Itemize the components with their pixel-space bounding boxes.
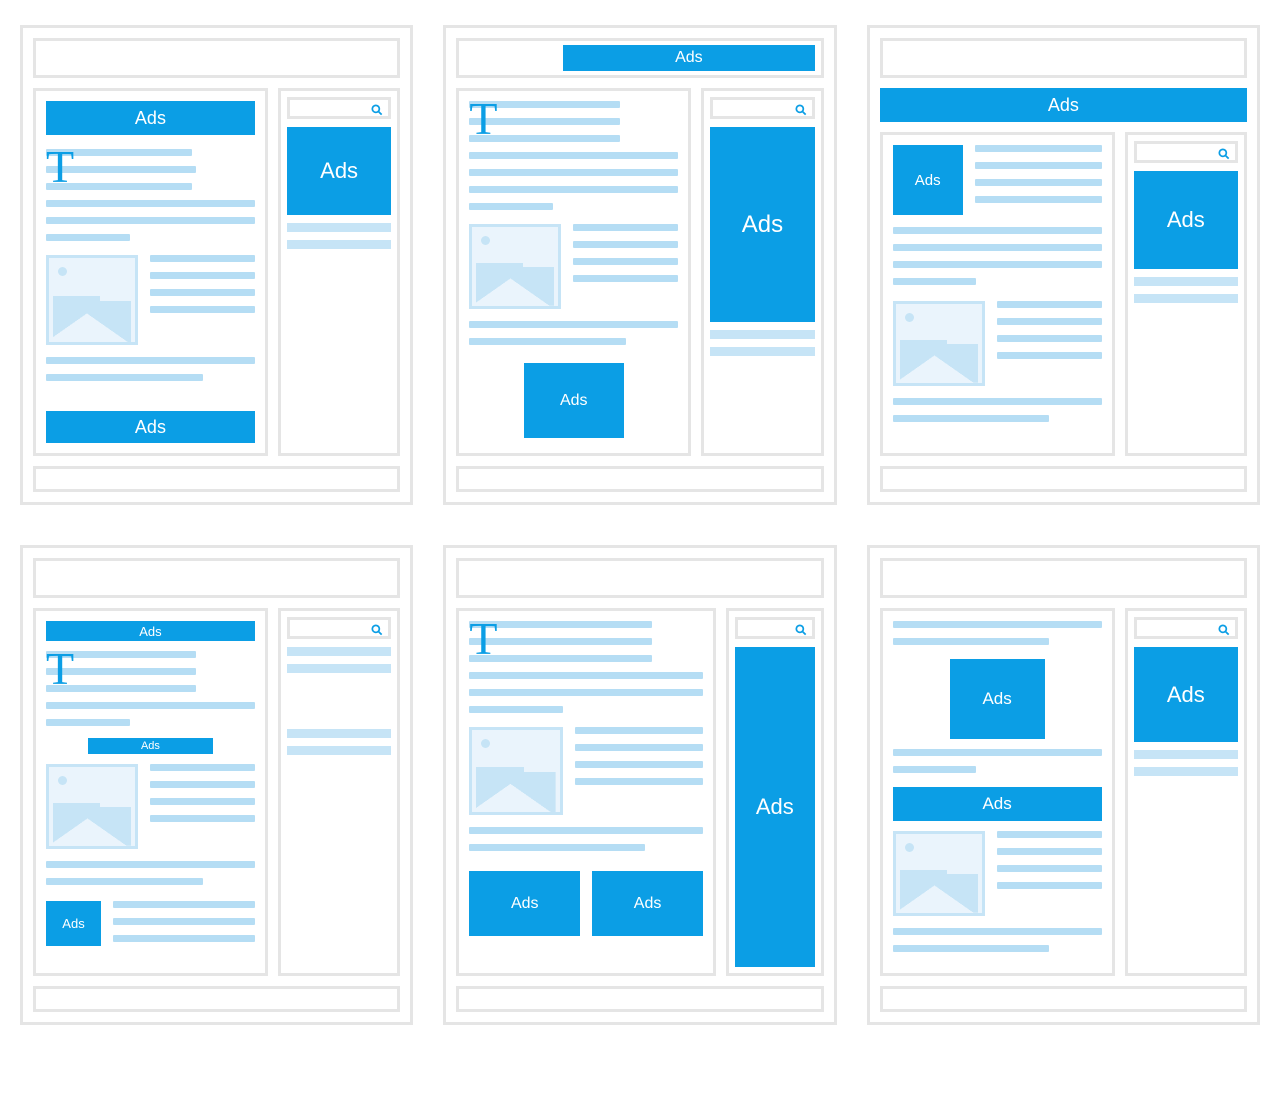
ad-under-header-banner: Ads <box>880 88 1247 122</box>
page-header: Ads <box>456 38 823 78</box>
drop-cap: T <box>46 651 74 687</box>
main-column: T Ads Ads <box>456 608 716 976</box>
ad-side-square: Ads <box>1134 171 1238 269</box>
ad-side-square: Ads <box>1134 647 1238 742</box>
main-column: Ads T Ads Ads <box>33 608 268 976</box>
image-placeholder <box>469 727 562 815</box>
layout-card-4: Ads T Ads Ads <box>20 545 413 1025</box>
search-box <box>287 617 391 639</box>
ad-mid-square: Ads <box>524 363 624 438</box>
ad-bottom-square-2: Ads <box>592 871 703 936</box>
drop-cap: T <box>469 101 497 137</box>
search-box <box>1134 617 1238 639</box>
ad-center-square: Ads <box>950 659 1045 739</box>
layout-card-5: T Ads Ads Ads <box>443 545 836 1025</box>
ad-mid-banner: Ads <box>893 787 1102 821</box>
main-column: Ads T Ads <box>33 88 268 456</box>
search-icon <box>1217 147 1231 161</box>
ad-side-square: Ads <box>287 127 391 215</box>
ad-slim-banner: Ads <box>46 621 255 641</box>
layout-card-3: Ads Ads Ads <box>867 25 1260 505</box>
image-placeholder <box>893 831 985 916</box>
page-footer <box>456 466 823 492</box>
search-icon <box>370 623 384 637</box>
image-placeholder <box>46 255 138 345</box>
page-footer <box>456 986 823 1012</box>
ad-bottom-banner: Ads <box>46 411 255 443</box>
ad-header-banner: Ads <box>563 45 815 71</box>
ad-side-tall: Ads <box>710 127 814 322</box>
search-icon <box>370 103 384 117</box>
sidebar: Ads <box>726 608 824 976</box>
main-column: T Ads <box>456 88 691 456</box>
page-footer <box>33 466 400 492</box>
page-footer <box>33 986 400 1012</box>
image-placeholder <box>46 764 138 849</box>
sidebar: Ads <box>1125 132 1247 456</box>
drop-cap: T <box>46 149 74 185</box>
search-icon <box>794 103 808 117</box>
layout-card-2: Ads T Ads <box>443 25 836 505</box>
ad-inline-strip: Ads <box>88 738 213 754</box>
ad-skyscraper: Ads <box>735 647 815 967</box>
main-column: Ads Ads <box>880 608 1115 976</box>
search-box <box>710 97 814 119</box>
wireframe-gallery: Ads T Ads A <box>0 0 1280 1055</box>
search-box <box>735 617 815 639</box>
layout-card-1: Ads T Ads A <box>20 25 413 505</box>
search-box <box>1134 141 1238 163</box>
page-header <box>33 558 400 598</box>
sidebar: Ads <box>1125 608 1247 976</box>
page-header <box>33 38 400 78</box>
image-placeholder <box>893 301 985 386</box>
drop-cap: T <box>469 621 497 657</box>
ad-inline-small: Ads <box>893 145 963 215</box>
ad-bottom-square-1: Ads <box>469 871 580 936</box>
main-column: Ads <box>880 132 1115 456</box>
ad-top-banner: Ads <box>46 101 255 135</box>
page-header <box>880 558 1247 598</box>
sidebar: Ads <box>701 88 823 456</box>
page-header <box>456 558 823 598</box>
search-icon <box>794 623 808 637</box>
sidebar <box>278 608 400 976</box>
sidebar: Ads <box>278 88 400 456</box>
image-placeholder <box>469 224 561 309</box>
search-box <box>287 97 391 119</box>
layout-card-6: Ads Ads Ads <box>867 545 1260 1025</box>
page-footer <box>880 986 1247 1012</box>
page-header <box>880 38 1247 78</box>
page-footer <box>880 466 1247 492</box>
ad-small-square: Ads <box>46 901 101 946</box>
search-icon <box>1217 623 1231 637</box>
